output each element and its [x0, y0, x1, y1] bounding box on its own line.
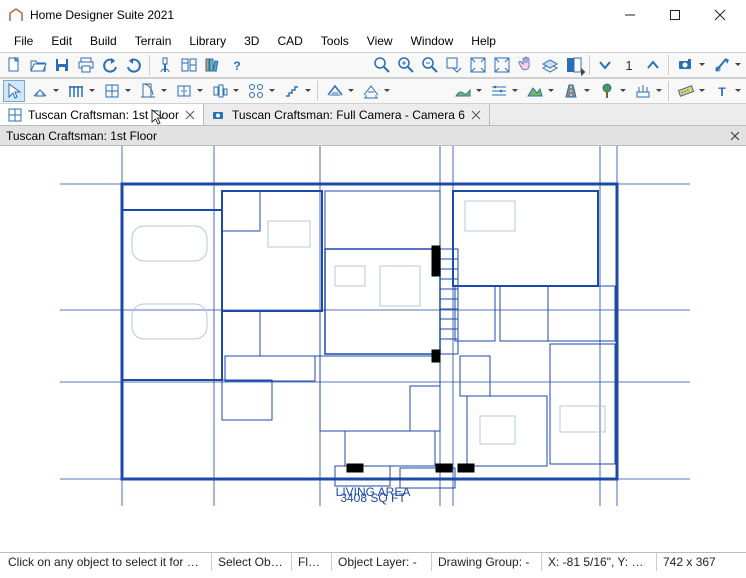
cabinet-tool-button[interactable] [171, 80, 205, 102]
tab-floor-plan[interactable]: Tuscan Craftsman: 1st Floor [0, 104, 204, 125]
menu-terrain[interactable]: Terrain [127, 32, 180, 50]
railing-tool-button[interactable] [63, 80, 97, 102]
window-tool-button[interactable] [99, 80, 133, 102]
menu-bar: File Edit Build Terrain Library 3D CAD T… [0, 30, 746, 52]
tab-label: Tuscan Craftsman: Full Camera - Camera 6 [232, 108, 465, 122]
door-tool-button[interactable] [135, 80, 169, 102]
toolbar-1: ? 1 [0, 52, 746, 78]
appliance-tool-button[interactable] [207, 80, 241, 102]
fill-window-bldg-button[interactable] [491, 54, 513, 76]
print-button[interactable] [75, 54, 97, 76]
new-file-button[interactable] [3, 54, 25, 76]
camera-tool-button[interactable] [673, 54, 707, 76]
svg-text:T: T [718, 85, 726, 99]
status-select: Select Object… [212, 553, 292, 571]
open-file-button[interactable] [27, 54, 49, 76]
toolbar-sep [668, 55, 669, 75]
road-tool-button[interactable] [558, 80, 592, 102]
menu-3d[interactable]: 3D [236, 32, 267, 50]
display-options-button[interactable] [178, 54, 200, 76]
terrain-feature-button[interactable] [522, 80, 556, 102]
select-tool-button[interactable] [3, 80, 25, 102]
zoom-tool-button[interactable] [371, 54, 393, 76]
floor-up-button[interactable] [642, 54, 664, 76]
menu-tools[interactable]: Tools [313, 32, 357, 50]
menu-file[interactable]: File [6, 32, 41, 50]
terrain-tool-button[interactable] [450, 80, 484, 102]
help-button[interactable]: ? [226, 54, 248, 76]
cross-section-button[interactable] [709, 54, 743, 76]
drawing-canvas[interactable]: LIVING AREA 3408 SQ FT [0, 146, 746, 552]
roof-tool-button[interactable] [322, 80, 356, 102]
app-logo-icon [8, 7, 24, 23]
status-object-layer: Object Layer: - [332, 553, 432, 571]
toolbar-sep [317, 81, 318, 101]
toolbar-sep [668, 81, 669, 101]
menu-help[interactable]: Help [463, 32, 504, 50]
redo-button[interactable] [123, 54, 145, 76]
window-buttons [607, 0, 742, 30]
close-button[interactable] [697, 0, 742, 30]
reference-display-button[interactable] [539, 54, 561, 76]
floor-plan: LIVING AREA 3408 SQ FT [0, 146, 746, 552]
status-bar: Click on any object to select it for mov… [0, 552, 746, 570]
status-dims: 742 x 367 [657, 553, 722, 571]
menu-window[interactable]: Window [403, 32, 462, 50]
view-label: Tuscan Craftsman: 1st Floor [6, 129, 157, 143]
floor-down-button[interactable] [594, 54, 616, 76]
menu-view[interactable]: View [359, 32, 401, 50]
tab-close-button[interactable] [185, 110, 195, 120]
menu-build[interactable]: Build [82, 32, 125, 50]
menu-cad[interactable]: CAD [269, 32, 310, 50]
menu-edit[interactable]: Edit [43, 32, 80, 50]
color-toggle-button[interactable] [563, 54, 585, 76]
library-browser-button[interactable] [202, 54, 224, 76]
view-close-button[interactable] [730, 131, 740, 141]
floor-plan-icon [8, 108, 22, 122]
status-coords: X: -81 5/16", Y: 74… [542, 553, 657, 571]
status-drawing-group: Drawing Group: - [432, 553, 542, 571]
minimize-button[interactable] [607, 0, 652, 30]
undo-zoom-button[interactable] [443, 54, 465, 76]
maximize-button[interactable] [652, 0, 697, 30]
zoom-out-button[interactable] [419, 54, 441, 76]
plant-tool-button[interactable] [594, 80, 628, 102]
view-label-bar: Tuscan Craftsman: 1st Floor [0, 126, 746, 146]
tab-camera-view[interactable]: Tuscan Craftsman: Full Camera - Camera 6 [204, 104, 490, 125]
toolbar-sep [149, 55, 150, 75]
svg-text:3408 SQ FT: 3408 SQ FT [340, 491, 406, 505]
pan-button[interactable] [515, 54, 537, 76]
fill-window-button[interactable] [467, 54, 489, 76]
electrical-tool-button[interactable] [243, 80, 277, 102]
toolbar-2: T [0, 78, 746, 104]
structure-tool-button[interactable] [358, 80, 392, 102]
status-floor: Floo… [292, 553, 332, 571]
tab-close-button[interactable] [471, 110, 481, 120]
undo-button[interactable] [99, 54, 121, 76]
status-hint: Click on any object to select it for mov… [2, 553, 212, 571]
wall-tool-button[interactable] [27, 80, 61, 102]
document-tabs: Tuscan Craftsman: 1st Floor Tuscan Craft… [0, 104, 746, 126]
dimension-tool-button[interactable] [673, 80, 707, 102]
mouse-cursor-icon [150, 109, 166, 125]
zoom-in-button[interactable] [395, 54, 417, 76]
title-bar: Home Designer Suite 2021 [0, 0, 746, 30]
text-tool-button[interactable]: T [709, 80, 743, 102]
stair-tool-button[interactable] [279, 80, 313, 102]
floor-number[interactable]: 1 [618, 54, 640, 76]
preferences-button[interactable] [154, 54, 176, 76]
save-button[interactable] [51, 54, 73, 76]
elevation-tool-button[interactable] [486, 80, 520, 102]
app-title: Home Designer Suite 2021 [30, 8, 607, 22]
camera-icon [212, 108, 226, 122]
menu-library[interactable]: Library [181, 32, 234, 50]
sprinkler-tool-button[interactable] [630, 80, 664, 102]
svg-text:?: ? [233, 59, 240, 73]
toolbar-sep [589, 55, 590, 75]
